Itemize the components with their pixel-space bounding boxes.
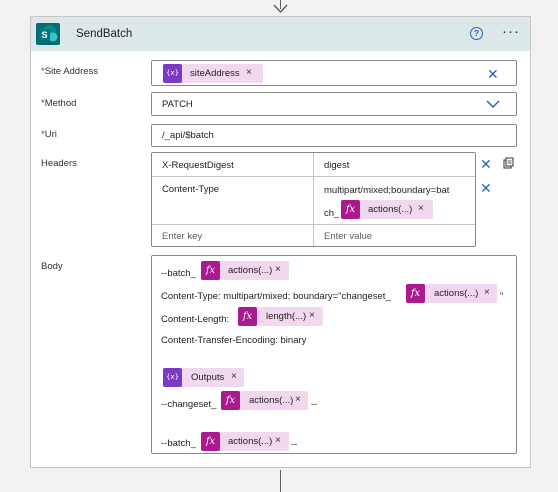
token-label: actions(...) (368, 204, 413, 215)
token-remove-icon[interactable]: × (309, 310, 315, 321)
header-value-cell-cont[interactable]: ch_ (324, 208, 339, 219)
svg-text:S: S (41, 30, 47, 40)
token-remove-icon[interactable]: × (295, 394, 301, 405)
site-address-field[interactable]: {x} siteAddress × ✕ (151, 60, 517, 86)
body-text: " (500, 291, 504, 302)
token-label: Outputs (191, 372, 225, 383)
token-label: actions(...) (434, 288, 479, 299)
value-input[interactable]: Enter value (324, 231, 372, 242)
site-address-label-text: Site Address (44, 66, 99, 77)
token-remove-icon[interactable]: × (275, 435, 281, 446)
body-text: Content-Transfer-Encoding: binary (161, 335, 307, 346)
body-text: -- (291, 439, 298, 450)
connector-line-bottom (280, 470, 281, 492)
body-text: Content-Type: multipart/mixed; boundary=… (161, 291, 391, 302)
token-remove-icon[interactable]: × (484, 287, 490, 298)
token-remove-icon[interactable]: × (275, 264, 281, 275)
outputs-token[interactable]: {x} Outputs × (163, 368, 244, 387)
variable-icon: {x} (163, 368, 182, 387)
remove-row-icon[interactable]: ✕ (480, 157, 492, 171)
method-label: *Method (41, 98, 76, 109)
body-text: --batch_ (161, 268, 196, 279)
site-address-token[interactable]: {x} siteAddress × (163, 64, 263, 83)
headers-column-divider (313, 153, 314, 246)
expression-token[interactable]: fx actions(...) × (201, 261, 289, 280)
more-options-icon[interactable]: ··· (502, 23, 520, 40)
uri-label-text: Uri (44, 129, 57, 140)
switch-to-text-mode-icon[interactable] (502, 157, 514, 169)
fx-icon: fx (221, 391, 240, 410)
method-dropdown[interactable]: PATCH (151, 92, 517, 116)
fx-icon: fx (238, 307, 257, 326)
fx-icon: fx (201, 261, 220, 280)
token-label: actions(...) (249, 395, 294, 406)
token-label: length(...) (266, 311, 307, 322)
body-text: Content-Length: (161, 314, 230, 325)
token-label: actions(...) (228, 436, 273, 447)
body-text: -- (311, 399, 318, 410)
help-icon[interactable]: ? (470, 27, 483, 40)
body-label: Body (41, 261, 63, 272)
fx-icon: fx (201, 432, 220, 451)
token-label: actions(...) (228, 265, 273, 276)
variable-icon: {x} (163, 64, 182, 83)
body-field[interactable]: --batch_ fx actions(...) × Content-Type:… (151, 255, 517, 454)
sharepoint-icon: S (36, 23, 60, 45)
headers-table: X-RequestDigest digest Content-Type mult… (151, 152, 476, 247)
expression-token[interactable]: fx actions(...) × (201, 432, 289, 451)
header-key-cell[interactable]: Content-Type (162, 184, 219, 195)
site-address-label: *Site Address (41, 66, 98, 77)
chevron-down-icon[interactable] (486, 100, 500, 109)
uri-value: /_api/$batch (162, 130, 214, 141)
action-card: S SendBatch ? ··· *Site Address {x} site… (30, 16, 531, 468)
card-header[interactable]: S SendBatch ? ··· (31, 17, 530, 51)
key-input[interactable]: Enter key (162, 231, 202, 242)
headers-row-divider (152, 176, 475, 177)
expression-token[interactable]: fx actions(...) × (406, 284, 497, 303)
uri-field[interactable]: /_api/$batch (151, 124, 517, 147)
fx-icon: fx (406, 284, 425, 303)
clear-field-icon[interactable]: ✕ (487, 67, 499, 81)
header-value-cell[interactable]: multipart/mixed;boundary=bat (324, 185, 449, 196)
token-remove-icon[interactable]: × (418, 203, 424, 214)
expression-token[interactable]: fx actions(...) × (341, 200, 433, 219)
headers-row-divider (152, 224, 475, 225)
token-remove-icon[interactable]: × (231, 371, 237, 382)
remove-row-icon[interactable]: ✕ (480, 181, 492, 195)
expression-token[interactable]: fx actions(...) × (221, 391, 308, 410)
body-text: --changeset_ (161, 399, 217, 410)
method-label-text: Method (44, 98, 77, 109)
body-text: --batch_ (161, 438, 196, 449)
fx-icon: fx (341, 200, 360, 219)
arrow-down-icon (273, 4, 288, 14)
expression-token[interactable]: fx length(...) × (238, 307, 323, 326)
token-remove-icon[interactable]: × (246, 67, 252, 78)
step-title[interactable]: SendBatch (76, 28, 132, 40)
token-label: siteAddress (190, 68, 240, 79)
uri-label: *Uri (41, 129, 57, 140)
header-value-cell[interactable]: digest (324, 160, 349, 171)
headers-label: Headers (41, 158, 77, 169)
method-value: PATCH (162, 99, 193, 110)
header-key-cell[interactable]: X-RequestDigest (162, 160, 234, 171)
